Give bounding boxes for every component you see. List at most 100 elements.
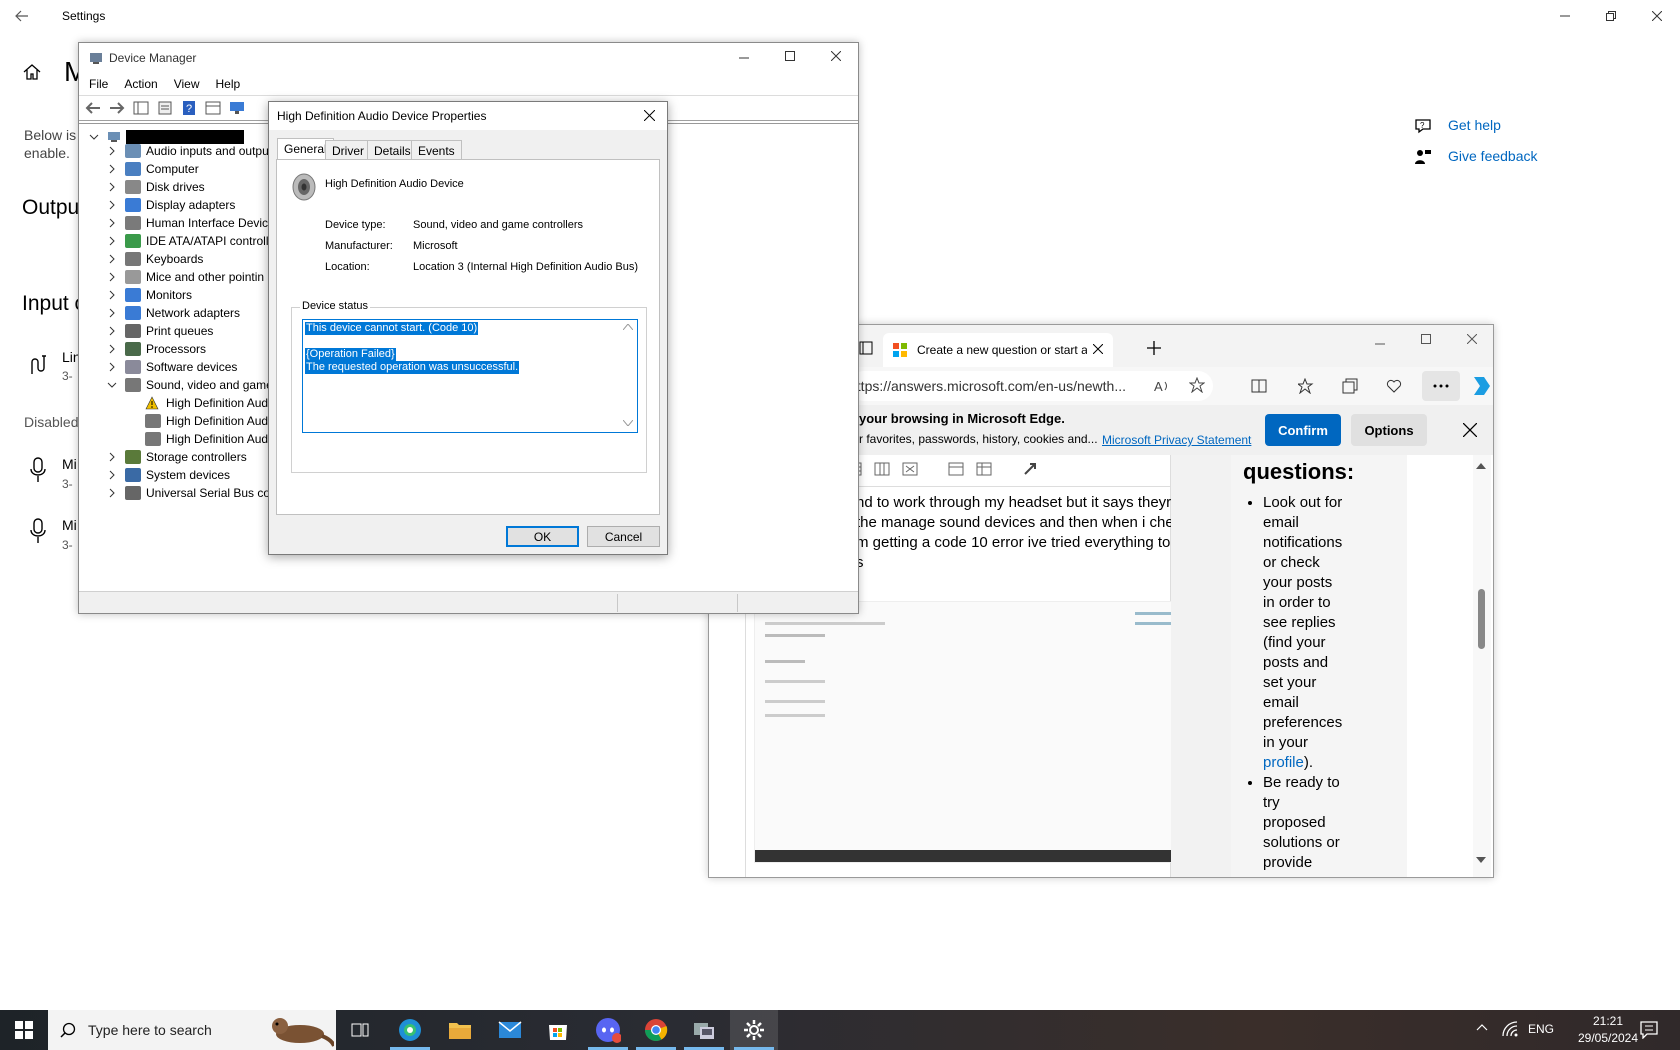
clock-date[interactable]: 29/05/2024 <box>1566 1031 1650 1045</box>
browser-essentials-icon[interactable] <box>1386 378 1402 394</box>
device-manager-title: Device Manager <box>109 51 197 65</box>
status-line-1: This device cannot start. (Code 10) <box>305 322 479 335</box>
clock-time[interactable]: 21:21 <box>1576 1014 1640 1028</box>
help-icon[interactable]: ? <box>181 101 197 115</box>
page-scrollbar[interactable] <box>1473 455 1491 877</box>
monitor-icon[interactable] <box>229 101 245 115</box>
device-category-item[interactable]: Keyboards <box>107 250 203 268</box>
device-category-item[interactable]: Sound, video and game <box>107 376 273 394</box>
mail-icon[interactable] <box>486 1010 534 1050</box>
read-aloud-icon[interactable]: A <box>1154 378 1170 394</box>
options-button[interactable]: Options <box>1351 414 1427 446</box>
device-manager-taskbar-icon[interactable] <box>680 1010 728 1050</box>
infobar-close-icon[interactable] <box>1463 423 1477 437</box>
edge-minimize-button[interactable] <box>1375 339 1385 349</box>
warning-device-icon <box>145 396 161 410</box>
menu-action[interactable]: Action <box>124 77 157 91</box>
profile-link[interactable]: profile <box>1263 754 1304 771</box>
device-category-item[interactable]: IDE ATA/ATAPI controlle <box>107 232 275 250</box>
taskbar-search-box[interactable]: Type here to search <box>48 1010 336 1050</box>
tree-view-icon[interactable] <box>133 101 149 115</box>
edge-active-tab[interactable]: Create a new question or start a <box>883 333 1113 367</box>
properties-close-button[interactable] <box>644 110 655 121</box>
device-category-item[interactable]: Display adapters <box>107 196 235 214</box>
device-category-item[interactable]: Disk drives <box>107 178 205 196</box>
menu-file[interactable]: File <box>89 77 108 91</box>
scrollbar-thumb[interactable] <box>1478 589 1485 649</box>
confirm-button[interactable]: Confirm <box>1265 414 1341 446</box>
ok-button[interactable]: OK <box>506 526 579 547</box>
address-bar[interactable]: https://answers.microsoft.com/en-us/newt… <box>849 371 1213 401</box>
editor-toolbar-buttons[interactable] <box>846 461 1038 477</box>
settings-more-icon[interactable] <box>1422 371 1460 401</box>
copilot-icon[interactable] <box>1470 375 1492 397</box>
favorites-icon[interactable] <box>1298 378 1314 394</box>
back-arrow-icon[interactable] <box>14 8 30 24</box>
device-category-item[interactable]: System devices <box>107 466 230 484</box>
privacy-statement-link[interactable]: Microsoft Privacy Statement <box>1102 433 1251 447</box>
device-category-item[interactable]: Mice and other pointin <box>107 268 264 286</box>
microphone-2-name[interactable]: Mi <box>62 517 77 533</box>
settings-close-button[interactable] <box>1634 0 1680 32</box>
file-explorer-icon[interactable] <box>436 1010 484 1050</box>
chevron-up-icon[interactable] <box>1476 1023 1488 1031</box>
device-tree-item[interactable]: High Definition Aud <box>145 394 268 412</box>
microphone-1-name[interactable]: Mi <box>62 456 77 472</box>
network-icon[interactable] <box>1502 1021 1518 1037</box>
devmgr-minimize-button[interactable] <box>739 53 749 63</box>
device-tree-item[interactable]: High Definition Aud <box>145 412 268 430</box>
edge-close-button[interactable] <box>1467 334 1477 344</box>
edge-taskbar-icon[interactable] <box>386 1010 434 1050</box>
devmgr-maximize-button[interactable] <box>785 51 795 61</box>
sidebar-gutter <box>1171 455 1231 877</box>
collections-icon[interactable] <box>1342 378 1358 394</box>
status-scroll-up-icon[interactable] <box>623 324 633 330</box>
tab-actions-icon[interactable] <box>859 341 873 355</box>
device-category-item[interactable]: Human Interface Device <box>107 214 275 232</box>
device-status-textbox[interactable]: This device cannot start. (Code 10) {Ope… <box>302 319 638 433</box>
cancel-button[interactable]: Cancel <box>587 526 660 547</box>
properties-icon[interactable] <box>157 101 173 115</box>
scroll-up-icon[interactable] <box>1476 463 1486 469</box>
home-icon[interactable] <box>22 62 42 82</box>
new-tab-icon[interactable] <box>1147 341 1161 355</box>
device-category-item[interactable]: Universal Serial Bus cont <box>107 484 280 502</box>
task-view-icon[interactable] <box>336 1010 384 1050</box>
device-category-item[interactable]: Software devices <box>107 358 237 376</box>
attached-screenshot-image <box>754 601 1206 863</box>
status-scroll-down-icon[interactable] <box>623 420 633 426</box>
tab-driver[interactable]: Driver <box>325 140 371 160</box>
device-category-item[interactable]: Processors <box>107 340 206 358</box>
chrome-icon[interactable] <box>632 1010 680 1050</box>
status-line-3: The requested operation was unsuccessful… <box>305 361 520 374</box>
discord-icon[interactable] <box>584 1010 632 1050</box>
device-category-item[interactable]: Computer <box>107 160 199 178</box>
split-screen-icon[interactable] <box>1251 378 1267 394</box>
settings-restore-button[interactable] <box>1588 0 1634 32</box>
scan-hardware-icon[interactable] <box>205 101 221 115</box>
give-feedback-link[interactable]: Give feedback <box>1448 148 1538 164</box>
devmgr-close-button[interactable] <box>831 51 841 61</box>
scroll-down-icon[interactable] <box>1476 857 1486 863</box>
menu-help[interactable]: Help <box>216 77 241 91</box>
device-category-item[interactable]: Storage controllers <box>107 448 247 466</box>
start-button[interactable] <box>0 1010 48 1050</box>
back-arrow-icon[interactable] <box>85 101 101 115</box>
close-tab-icon[interactable] <box>1093 344 1103 354</box>
edge-maximize-button[interactable] <box>1421 334 1431 344</box>
language-indicator[interactable]: ENG <box>1528 1022 1554 1036</box>
menu-view[interactable]: View <box>174 77 200 91</box>
device-category-item[interactable]: Network adapters <box>107 304 240 322</box>
favorite-star-icon[interactable] <box>1189 377 1205 393</box>
notification-center-icon[interactable] <box>1640 1021 1658 1039</box>
settings-minimize-button[interactable] <box>1542 0 1588 32</box>
get-help-link[interactable]: Get help <box>1448 117 1501 133</box>
device-tree-item[interactable]: High Definition Aud <box>145 430 268 448</box>
forward-arrow-icon[interactable] <box>109 101 125 115</box>
tab-events[interactable]: Events <box>411 140 462 160</box>
device-category-item[interactable]: Print queues <box>107 322 213 340</box>
settings-taskbar-icon[interactable] <box>730 1010 778 1050</box>
device-category-item[interactable]: Audio inputs and outpu <box>107 142 269 160</box>
microsoft-store-icon[interactable] <box>534 1010 582 1050</box>
device-category-item[interactable]: Monitors <box>107 286 192 304</box>
